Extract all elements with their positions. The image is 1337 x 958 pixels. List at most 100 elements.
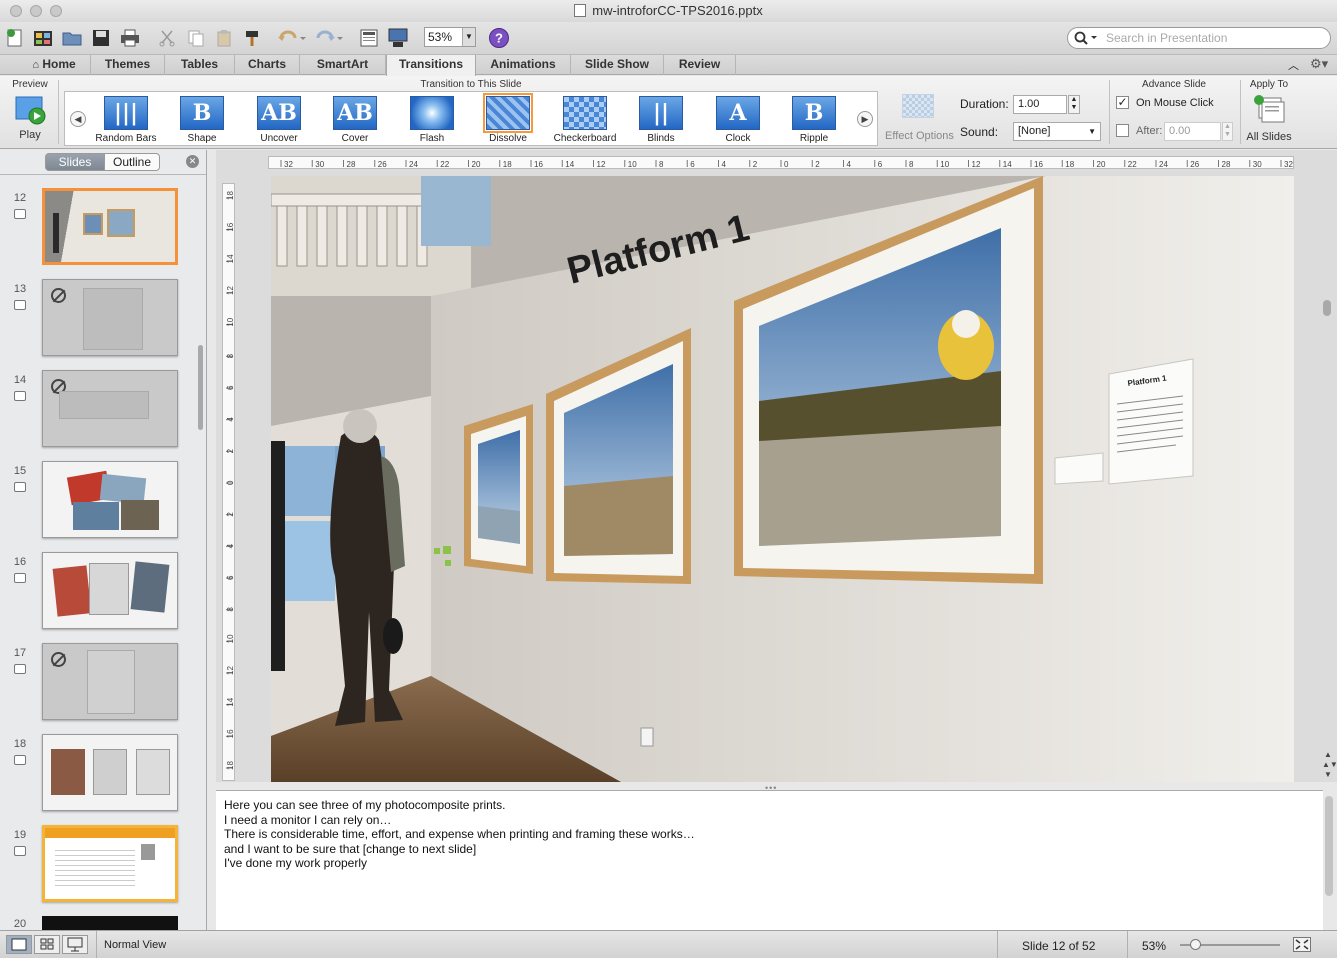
redo-button[interactable] [313,26,345,50]
gear-icon[interactable]: ⚙▾ [1310,56,1328,72]
notes-line: I've done my work properly [224,856,368,870]
pane-scrollbar-thumb[interactable] [198,345,203,430]
slides-tab[interactable]: Slides [45,153,105,171]
open-button[interactable] [60,26,84,50]
after-stepper[interactable]: ▲ ▼ [1222,122,1233,141]
chevron-down-icon: ▼ [1088,127,1096,136]
cut-button[interactable] [155,26,179,50]
slide-thumbnail-15[interactable] [42,461,178,538]
slideshow-toolbar-button[interactable] [386,26,410,50]
search-icon [1074,31,1097,45]
help-button[interactable]: ? [487,26,511,50]
apply-to-group-label: Apply To [1249,79,1289,90]
zoom-slider-thumb[interactable] [1190,939,1201,950]
normal-view-button[interactable] [6,935,32,954]
tab-transitions[interactable]: Transitions [386,55,476,76]
tab-label: Themes [104,57,151,71]
slide-thumbnail-19[interactable] [42,825,178,902]
transition-cover[interactable]: AB Cover [317,96,393,146]
effect-options-button[interactable]: Effect Options [885,94,954,146]
notes-scrollbar-thumb[interactable] [1325,796,1333,896]
play-icon [15,96,46,125]
transition-clock[interactable]: A Clock [700,96,776,146]
tab-smartart[interactable]: SmartArt [300,55,386,75]
fit-window-icon [1295,939,1309,950]
preview-group-label: Preview [12,79,48,90]
transition-label: Shape [187,133,217,144]
slide-thumbnail-18[interactable] [42,734,178,811]
random-bars-thumb-icon: ||| [104,96,148,130]
save-icon [93,30,109,46]
slide-thumbnail-12[interactable] [42,188,178,265]
slide-sorter-toolbar-button[interactable] [357,26,381,50]
transition-blinds[interactable]: || Blinds [623,96,699,146]
tab-label: Animations [490,57,556,71]
tab-slide-show[interactable]: Slide Show [571,55,664,75]
gallery-next-button[interactable]: ▶ [857,111,873,127]
fit-to-window-button[interactable] [1293,937,1311,952]
hidden-slide-icon [51,652,66,667]
transition-checkerboard[interactable]: Checkerboard [547,96,623,146]
clipboard-icon [217,30,231,47]
undo-icon [278,30,306,41]
outline-tab[interactable]: Outline [104,153,160,171]
new-document-icon [7,29,22,47]
ruler-label: 10 [628,160,637,169]
transition-shape[interactable]: B Shape [164,96,240,146]
minimize-window-button[interactable] [30,5,42,17]
sound-select[interactable]: [None] ▼ [1013,122,1101,141]
tab-review[interactable]: Review [664,55,736,75]
ruler-label: 22 [440,160,449,169]
zoom-select[interactable]: 53% ▼ [424,27,476,47]
tab-label: Transitions [398,57,463,71]
transition-flash[interactable]: Flash [394,96,470,146]
ruler-label: 12 [226,666,235,675]
slide-thumbnail-13[interactable] [42,279,178,356]
slide-thumbnail-14[interactable] [42,370,178,447]
slide-thumbnail-17[interactable] [42,643,178,720]
slide-thumbnail-20[interactable] [42,916,178,930]
slide-nav-arrows[interactable]: ▲ ▲▼ ▼ [1322,750,1337,780]
undo-button[interactable] [276,26,308,50]
slide-sorter-view-button[interactable] [34,935,60,954]
print-button[interactable] [118,26,142,50]
format-painter-button[interactable] [241,26,265,50]
zoom-window-button[interactable] [50,5,62,17]
ruler-label: 8 [659,160,664,169]
template-gallery-button[interactable] [31,26,55,50]
paste-button[interactable] [212,26,236,50]
ruler-label: 14 [226,254,235,263]
slide-thumbnail-16[interactable] [42,552,178,629]
tab-themes[interactable]: Themes [91,55,165,75]
tab-tables[interactable]: Tables [165,55,235,75]
transition-random-bars[interactable]: ||| Random Bars [88,96,164,146]
tab-animations[interactable]: Animations [476,55,571,75]
apply-all-slides-button[interactable]: All Slides [1244,94,1294,146]
transition-ripple[interactable]: B Ripple [776,96,852,146]
close-window-button[interactable] [10,5,22,17]
duration-stepper[interactable]: ▲ ▼ [1068,95,1080,114]
after-input[interactable]: 0.00 [1164,122,1221,141]
on-mouse-click-checkbox[interactable]: ✓ [1116,96,1129,109]
tab-charts[interactable]: Charts [235,55,300,75]
ruler-label: 28 [347,160,356,169]
close-pane-icon[interactable]: ✕ [186,155,199,168]
slide-canvas[interactable]: Platform 1 Platform 1 [271,176,1294,782]
copy-button[interactable] [184,26,208,50]
gallery-prev-button[interactable]: ◀ [70,111,86,127]
duration-input[interactable]: 1.00 [1013,95,1067,114]
transition-dissolve[interactable]: Dissolve [470,93,546,146]
editor-scrollbar-thumb[interactable] [1323,300,1331,316]
new-presentation-button[interactable] [3,26,27,50]
presenter-view-button[interactable] [62,935,88,954]
notes-pane[interactable]: Here you can see three of my photocompos… [216,790,1323,930]
collapse-ribbon-icon[interactable]: ︿ [1288,57,1299,73]
transition-uncover[interactable]: AB Uncover [241,96,317,146]
play-button[interactable]: Play [10,94,50,146]
tab-home[interactable]: ⌂ Home [18,55,91,75]
ruler-label: 4 [226,543,235,548]
search-input[interactable]: Search in Presentation [1067,27,1331,49]
transition-label: Flash [419,133,445,144]
after-checkbox[interactable] [1116,124,1129,137]
save-button[interactable] [89,26,113,50]
